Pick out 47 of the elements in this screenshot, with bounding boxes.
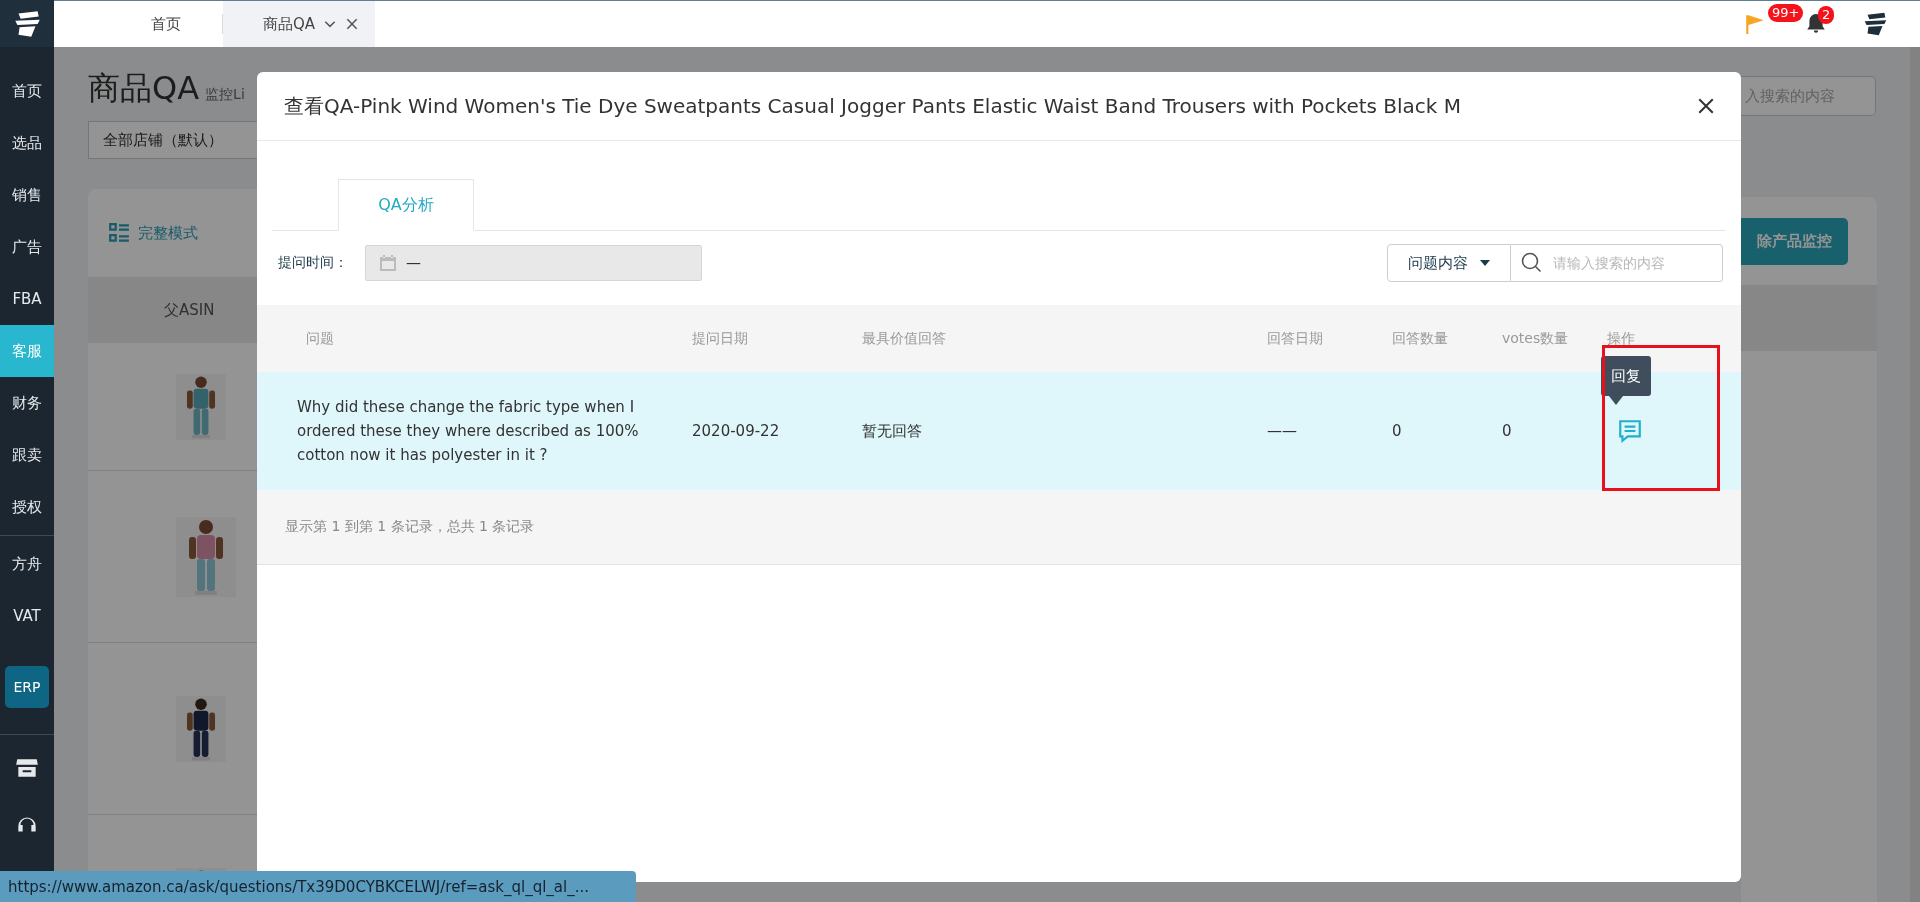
column-header: 父ASIN <box>164 300 215 320</box>
sidebar-item[interactable]: 方舟 <box>0 538 54 590</box>
column-header: 问题 <box>305 329 335 348</box>
page-subtitle: 监控Li <box>205 86 245 104</box>
search-field[interactable]: 请输入搜索的内容 <box>1511 244 1723 282</box>
sidebar-item[interactable]: 授权 <box>0 481 54 533</box>
column-header: 提问日期 <box>692 329 749 348</box>
column-header: 回答日期 <box>1267 329 1324 348</box>
notification-badge: 99+ <box>1768 4 1804 22</box>
column-header: 最具价值回答 <box>862 329 947 348</box>
column-header: votes数量 <box>1502 329 1570 348</box>
dialog-title: 查看QA-Pink Wind Women's Tie Dye Sweatpants Casual Jogger Pants Elastic Waist Band Trousers with Pockets Black M <box>284 92 1463 120</box>
sidebar-item[interactable]: 跟卖 <box>0 429 54 481</box>
scrollbar[interactable] <box>1910 47 1920 902</box>
search-type-select[interactable]: 问题内容 <box>1387 244 1511 282</box>
table-cell-text: —— <box>1267 422 1298 440</box>
store-select[interactable]: 全部店铺（默认） <box>88 121 257 159</box>
column-header: 操作 <box>1607 329 1636 348</box>
sidebar-item[interactable]: VAT <box>0 590 54 642</box>
caret-icon <box>1480 260 1490 266</box>
table-cell-text: 0 <box>1502 422 1513 440</box>
table-cell-text: 暂无回答 <box>862 421 923 441</box>
page-tab[interactable]: 商品QA <box>223 1 376 47</box>
sidebar-item[interactable]: FBA <box>0 273 54 325</box>
calendar-icon <box>378 253 398 273</box>
close-icon[interactable] <box>345 17 360 31</box>
sidebar-item[interactable]: 广告 <box>0 221 54 273</box>
tooltip: 回复 <box>1601 356 1651 405</box>
status-url: https://www.amazon.ca/ask/questions/Tx39D0CYBKCELWJ/ref=ask_ql_ql_al_... <box>0 871 636 902</box>
column-header: 回答数量 <box>1392 329 1449 348</box>
sidebar-item[interactable]: 选品 <box>0 117 54 169</box>
table-cell-text: 2020-09-22 <box>692 422 781 440</box>
table-cell-text: 0 <box>1392 422 1403 440</box>
search-icon <box>1521 252 1543 274</box>
date-range-field[interactable]: — <box>365 245 702 281</box>
question-text: Why did these change the fabric type when I ordered these they where described as 100% cotton now it has polyester in it ? <box>297 397 640 466</box>
close-icon[interactable] <box>1697 97 1715 115</box>
page-title: 商品QA <box>88 68 200 109</box>
sidebar-item[interactable]: 财务 <box>0 377 54 429</box>
sidebar-item[interactable]: 首页 <box>0 65 54 117</box>
record-count: 显示第 1 到第 1 条记录，总共 1 条记录 <box>285 518 535 536</box>
filter-label: 提问时间： <box>278 254 349 272</box>
erp-button[interactable]: ERP <box>5 666 49 708</box>
list-icon[interactable] <box>108 222 130 244</box>
bell-icon[interactable] <box>1805 12 1827 36</box>
notification-badge: 2 <box>1818 6 1835 24</box>
sidebar-item[interactable]: 销售 <box>0 169 54 221</box>
